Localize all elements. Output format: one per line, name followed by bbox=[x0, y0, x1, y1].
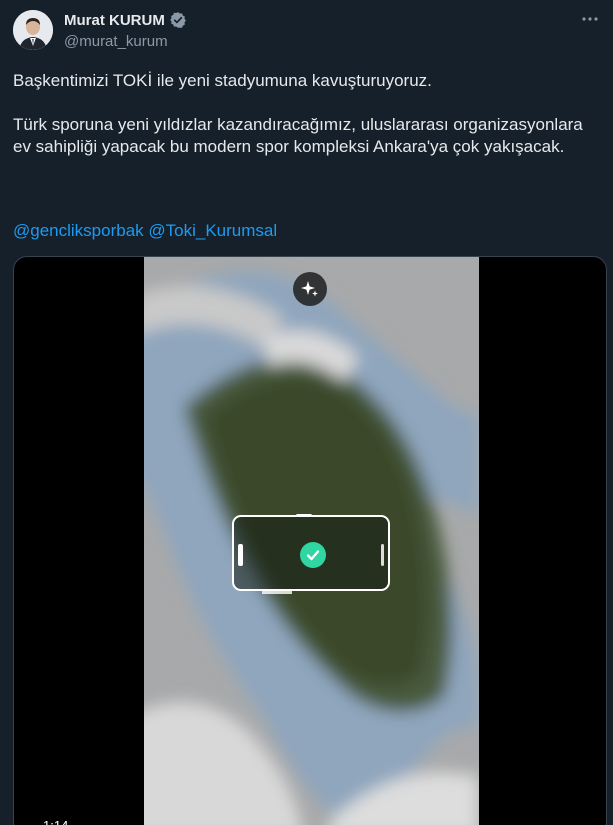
video-frame bbox=[144, 257, 479, 825]
more-options-icon[interactable] bbox=[579, 8, 601, 30]
mentions: @gencliksporbak @Toki_Kurumsal bbox=[13, 220, 277, 242]
avatar[interactable] bbox=[13, 10, 53, 50]
left-handle bbox=[238, 544, 243, 566]
top-indicator bbox=[296, 514, 312, 517]
mention-link[interactable]: @Toki_Kurumsal bbox=[148, 221, 277, 240]
sparkle-icon[interactable] bbox=[293, 272, 327, 306]
video-duration: 1:14 bbox=[38, 817, 74, 825]
phone-frame-overlay bbox=[232, 514, 390, 594]
mention-link[interactable]: @gencliksporbak bbox=[13, 221, 144, 240]
checkmark-icon bbox=[300, 542, 326, 568]
verified-badge-icon bbox=[169, 11, 187, 29]
tweet-text: Başkentimizi TOKİ ile yeni stadyumuna ka… bbox=[13, 71, 583, 156]
right-handle bbox=[381, 544, 384, 566]
handle[interactable]: @murat_kurum bbox=[64, 33, 168, 50]
name-row: Murat KURUM bbox=[64, 11, 187, 29]
tweet: Murat KURUM @murat_kurum Başkentimizi TO… bbox=[0, 0, 613, 825]
video-player[interactable]: 1:14 bbox=[13, 256, 607, 825]
display-name[interactable]: Murat KURUM bbox=[64, 12, 165, 29]
bottom-indicator bbox=[262, 591, 292, 594]
